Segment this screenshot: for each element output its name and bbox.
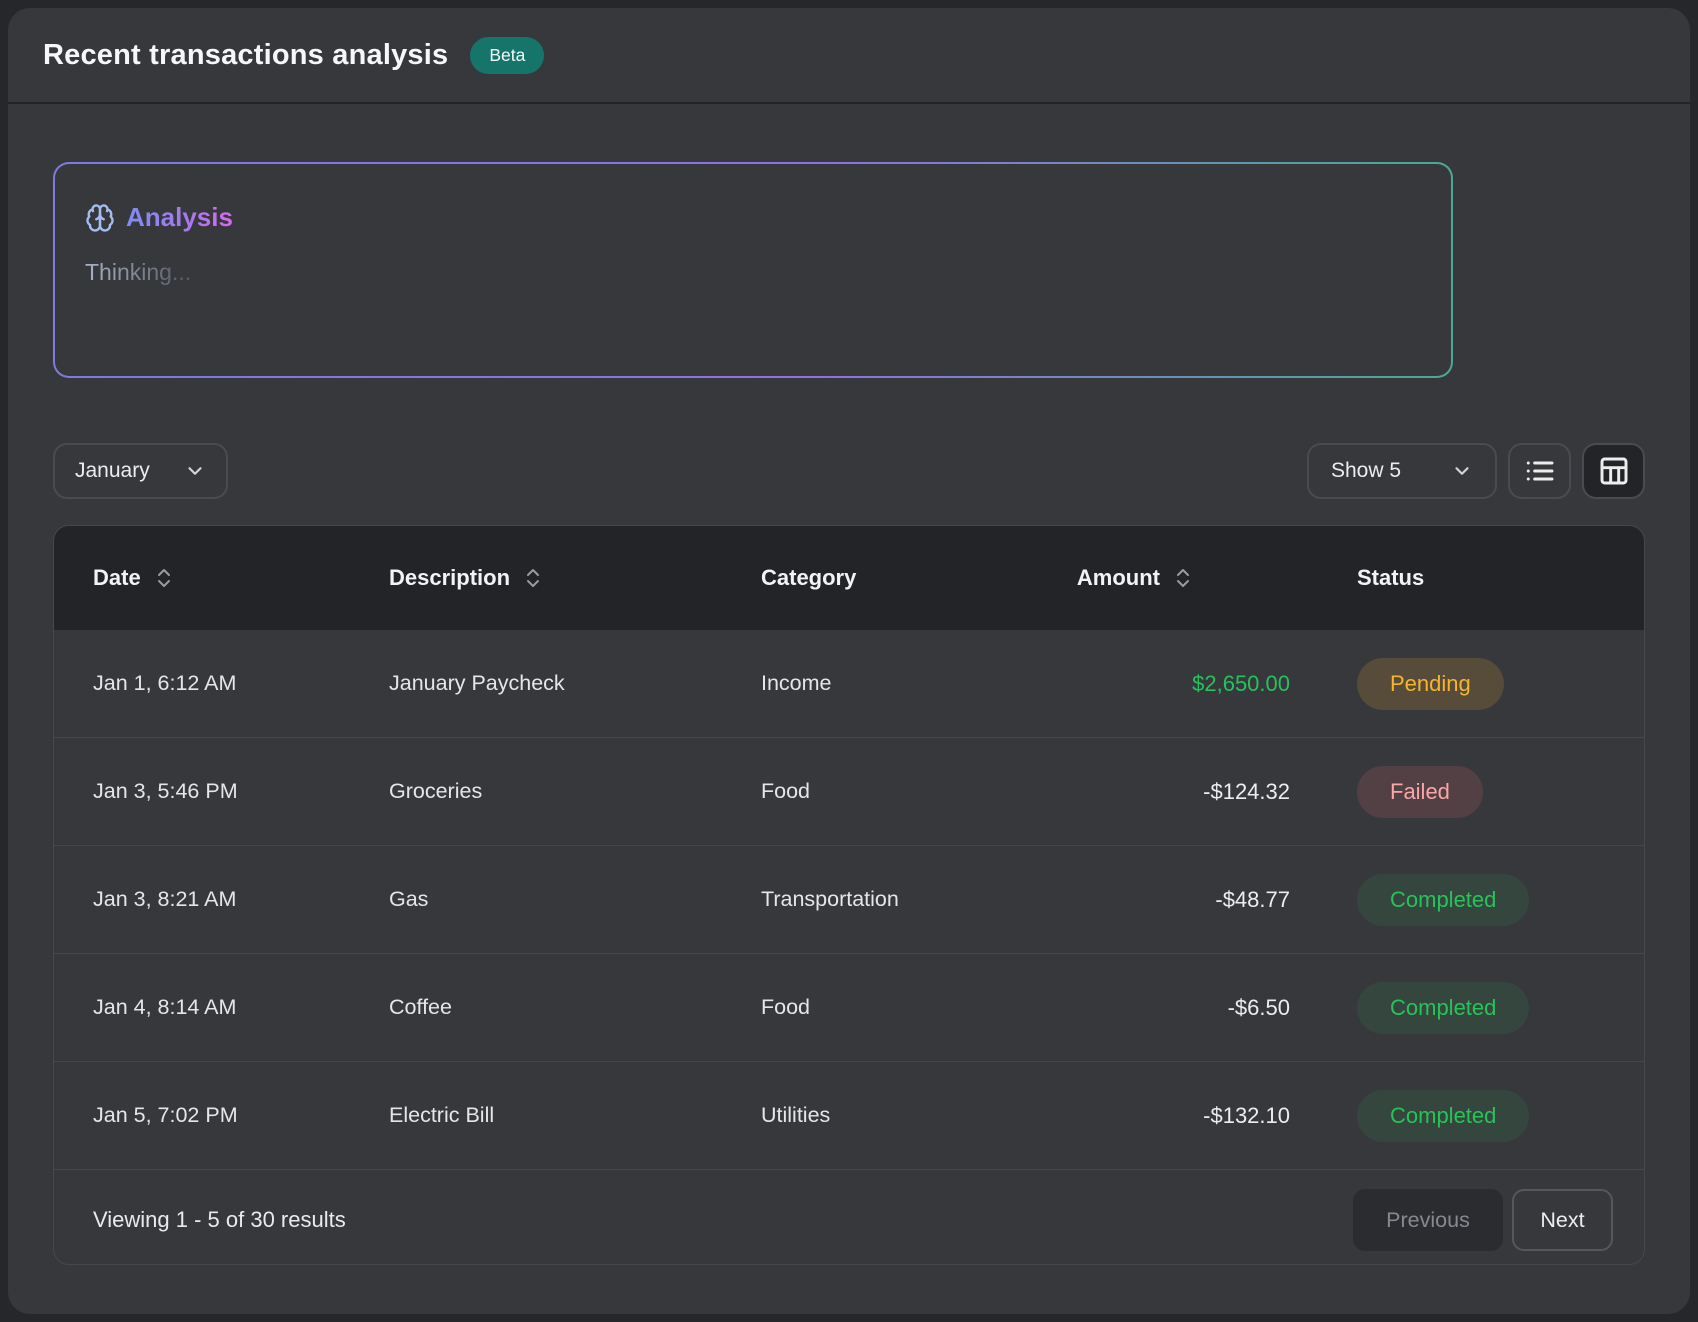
cell-amount: -$132.10	[1061, 1103, 1290, 1129]
previous-button[interactable]: Previous	[1353, 1189, 1503, 1251]
table-body: Jan 1, 6:12 AM January Paycheck Income $…	[54, 630, 1644, 1169]
analysis-title: Analysis	[126, 202, 233, 233]
cell-status: Completed	[1290, 982, 1613, 1034]
pagination: Previous Next	[1353, 1189, 1613, 1251]
status-badge: Completed	[1357, 1090, 1529, 1142]
cell-amount: -$124.32	[1061, 779, 1290, 805]
column-label: Category	[761, 565, 856, 591]
cell-status: Pending	[1290, 658, 1613, 710]
list-icon	[1524, 455, 1556, 487]
column-header-amount[interactable]: Amount	[1061, 565, 1290, 591]
cell-category: Transportation	[761, 887, 1061, 912]
status-badge: Completed	[1357, 982, 1529, 1034]
cell-date: Jan 5, 7:02 PM	[93, 1103, 389, 1128]
cell-description: Electric Bill	[389, 1103, 761, 1128]
status-badge: Pending	[1357, 658, 1504, 710]
transactions-table: Date Description Category Amount	[53, 525, 1645, 1265]
brain-icon	[85, 203, 115, 233]
table-row[interactable]: Jan 3, 5:46 PM Groceries Food -$124.32 F…	[54, 737, 1644, 845]
cell-description: Gas	[389, 887, 761, 912]
table-footer: Viewing 1 - 5 of 30 results Previous Nex…	[54, 1169, 1644, 1265]
month-selector-value: January	[75, 459, 150, 483]
cell-category: Utilities	[761, 1103, 1061, 1128]
status-badge: Failed	[1357, 766, 1483, 818]
results-summary: Viewing 1 - 5 of 30 results	[93, 1207, 346, 1233]
cell-category: Income	[761, 671, 1061, 696]
table-view-button[interactable]	[1582, 443, 1645, 499]
cell-description: Coffee	[389, 995, 761, 1020]
analysis-heading: Analysis	[85, 202, 1421, 233]
right-controls: Show 5	[1307, 443, 1645, 499]
main-card: Recent transactions analysis Beta Analys…	[8, 8, 1690, 1314]
column-header-category: Category	[761, 565, 1061, 591]
cell-category: Food	[761, 995, 1061, 1020]
table-row[interactable]: Jan 5, 7:02 PM Electric Bill Utilities -…	[54, 1061, 1644, 1169]
cell-amount: -$48.77	[1061, 887, 1290, 913]
cell-date: Jan 3, 5:46 PM	[93, 779, 389, 804]
cell-category: Food	[761, 779, 1061, 804]
chevron-down-icon	[184, 460, 206, 482]
chevrons-up-down-icon[interactable]	[521, 566, 545, 590]
cell-amount: -$6.50	[1061, 995, 1290, 1021]
column-header-date[interactable]: Date	[93, 565, 389, 591]
cell-description: January Paycheck	[389, 671, 761, 696]
analysis-panel: Analysis Thinking...	[53, 162, 1453, 378]
cell-amount: $2,650.00	[1061, 671, 1290, 697]
cell-status: Completed	[1290, 1090, 1613, 1142]
page-size-value: Show 5	[1331, 459, 1401, 483]
thinking-status-text: Thinking...	[85, 259, 191, 286]
table-row[interactable]: Jan 3, 8:21 AM Gas Transportation -$48.7…	[54, 845, 1644, 953]
column-label: Status	[1357, 565, 1424, 591]
cell-date: Jan 4, 8:14 AM	[93, 995, 389, 1020]
list-view-button[interactable]	[1508, 443, 1571, 499]
next-button[interactable]: Next	[1512, 1189, 1613, 1251]
chevrons-up-down-icon[interactable]	[152, 566, 176, 590]
controls-row: January Show 5	[53, 443, 1645, 499]
beta-badge: Beta	[470, 37, 544, 74]
column-header-description[interactable]: Description	[389, 565, 761, 591]
page-size-selector[interactable]: Show 5	[1307, 443, 1497, 499]
table-icon	[1598, 455, 1630, 487]
table-row[interactable]: Jan 1, 6:12 AM January Paycheck Income $…	[54, 630, 1644, 737]
column-header-status: Status	[1290, 565, 1613, 591]
table-row[interactable]: Jan 4, 8:14 AM Coffee Food -$6.50 Comple…	[54, 953, 1644, 1061]
column-label: Description	[389, 565, 510, 591]
status-badge: Completed	[1357, 874, 1529, 926]
month-selector[interactable]: January	[53, 443, 228, 499]
header-divider	[8, 102, 1690, 104]
app-header: Recent transactions analysis Beta	[8, 8, 1690, 102]
cell-date: Jan 3, 8:21 AM	[93, 887, 389, 912]
column-label: Date	[93, 565, 141, 591]
table-header-row: Date Description Category Amount	[54, 526, 1644, 630]
cell-date: Jan 1, 6:12 AM	[93, 671, 389, 696]
page-title: Recent transactions analysis	[43, 39, 448, 72]
cell-status: Failed	[1290, 766, 1613, 818]
cell-description: Groceries	[389, 779, 761, 804]
cell-status: Completed	[1290, 874, 1613, 926]
chevron-down-icon	[1451, 460, 1473, 482]
chevrons-up-down-icon[interactable]	[1171, 566, 1195, 590]
column-label: Amount	[1077, 565, 1160, 591]
